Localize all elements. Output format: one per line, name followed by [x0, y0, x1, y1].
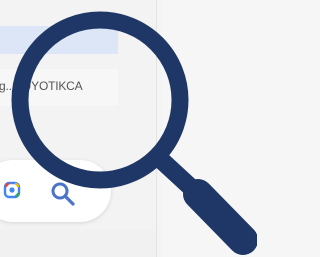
address-bar[interactable] — [0, 26, 118, 54]
search-icon[interactable] — [49, 180, 77, 208]
url-text: g...EUYOTIKCA — [0, 79, 83, 93]
google-lens-icon[interactable] — [2, 180, 22, 200]
screenshot-stage: g...EUYOTIKCA — [0, 0, 257, 257]
bottom-area — [0, 230, 162, 257]
right-divider — [156, 0, 162, 257]
